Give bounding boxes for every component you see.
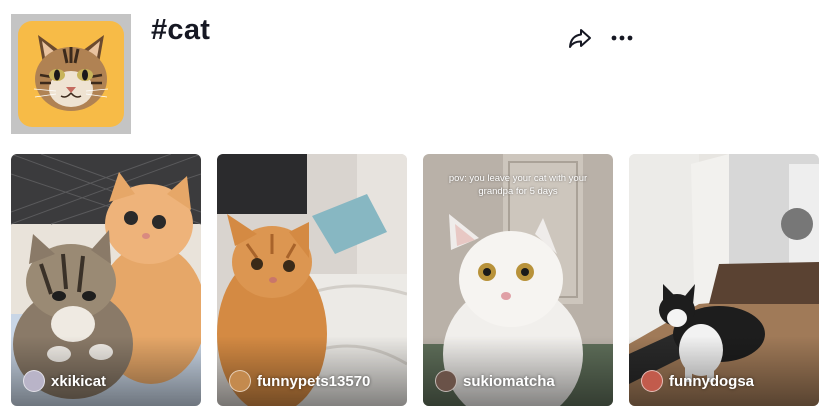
author-avatar bbox=[229, 370, 251, 392]
video-card[interactable]: xkikicat bbox=[11, 154, 201, 406]
page-title: #cat bbox=[151, 14, 211, 46]
share-button[interactable] bbox=[566, 25, 594, 51]
author-avatar bbox=[435, 370, 457, 392]
more-options-button[interactable] bbox=[608, 25, 636, 51]
author-avatar bbox=[23, 370, 45, 392]
video-card[interactable]: funnydogsa bbox=[629, 154, 819, 406]
video-caption: pov: you leave your cat with your grandp… bbox=[448, 173, 588, 197]
cat-face-icon bbox=[18, 21, 124, 127]
more-dots-icon bbox=[611, 35, 633, 41]
video-card[interactable]: pov: you leave your cat with your grandp… bbox=[423, 154, 613, 406]
video-author[interactable]: funnypets13570 bbox=[229, 370, 370, 392]
video-grid: xkikicat funnypets13570 pov: you leave y… bbox=[11, 154, 819, 406]
share-arrow-icon bbox=[569, 29, 591, 48]
author-name: sukiomatcha bbox=[463, 372, 555, 390]
author-avatar bbox=[641, 370, 663, 392]
author-name: funnydogsa bbox=[669, 372, 754, 390]
video-author[interactable]: funnydogsa bbox=[641, 370, 754, 392]
author-name: xkikicat bbox=[51, 372, 107, 390]
author-name: funnypets13570 bbox=[257, 372, 371, 390]
hashtag-avatar bbox=[11, 14, 131, 134]
hashtag-page: #cat xkikicat funnypets13570 pov: you le… bbox=[0, 0, 828, 414]
video-card[interactable]: funnypets13570 bbox=[217, 154, 407, 406]
video-author[interactable]: sukiomatcha bbox=[435, 370, 555, 392]
video-author[interactable]: xkikicat bbox=[23, 370, 106, 392]
